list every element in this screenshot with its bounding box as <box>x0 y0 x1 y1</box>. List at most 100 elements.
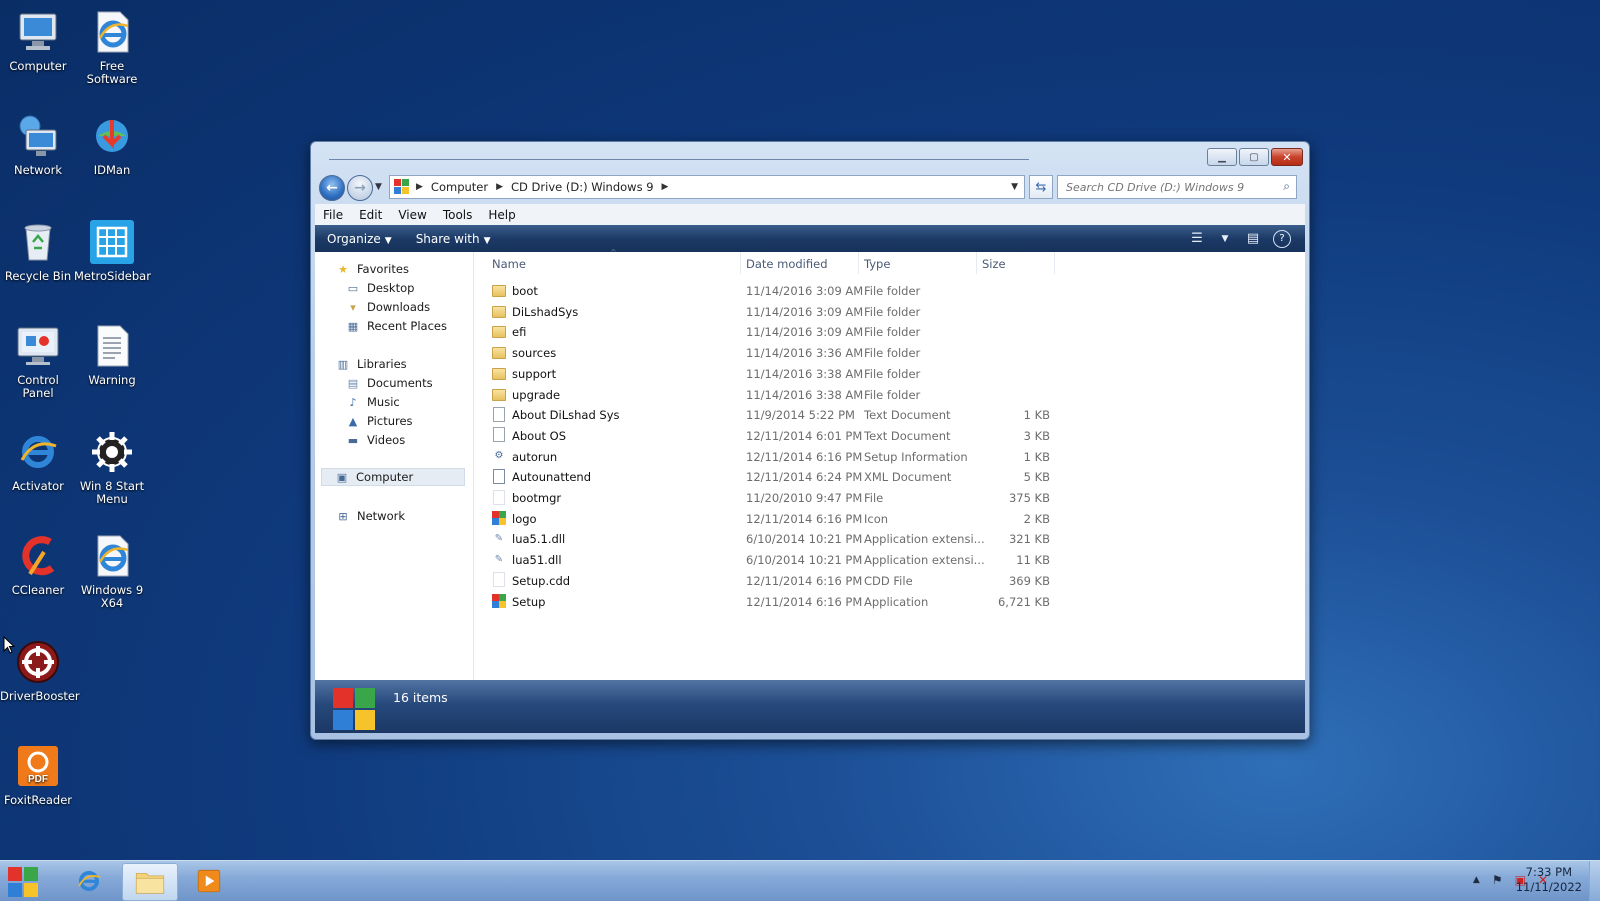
column-date-modified[interactable]: Date modified <box>746 257 828 271</box>
desktop-icon-control-panel[interactable]: Control Panel <box>0 322 76 400</box>
nav-favorites[interactable]: ★ Favorites <box>335 262 409 276</box>
menu-edit[interactable]: Edit <box>351 208 390 222</box>
menu-help[interactable]: Help <box>480 208 523 222</box>
search-input[interactable] <box>1064 176 1268 198</box>
file-row[interactable]: Setup.cdd 12/11/2014 6:16 PM CDD File 369 K… <box>474 571 1305 591</box>
menu-file[interactable]: File <box>315 208 351 222</box>
menu-view[interactable]: View <box>390 208 434 222</box>
file-date: 11/14/2016 3:38 AM <box>746 387 864 402</box>
file-date: 11/14/2016 3:09 AM <box>746 325 864 340</box>
file-row[interactable]: upgrade 11/14/2016 3:38 AM File folder <box>474 385 1305 405</box>
nav-computer[interactable]: ▣ Computer <box>321 468 465 486</box>
breadcrumb-cd-drive[interactable]: CD Drive (D:) Windows 9 <box>511 180 654 194</box>
window-controls: ▁ ▢ ✕ <box>1205 148 1303 166</box>
title-bar[interactable]: ▁ ▢ ✕ <box>311 142 1309 172</box>
desktop-icon-free-software[interactable]: Free Software <box>74 8 150 86</box>
column-size[interactable]: Size <box>982 257 1006 271</box>
nav-downloads[interactable]: ▾ Downloads <box>345 300 430 314</box>
file-row[interactable]: ✎ lua5.1.dll 6/10/2014 10:21 PM Application… <box>474 529 1305 549</box>
internet-explorer-icon <box>20 436 57 468</box>
file-row[interactable]: support 11/14/2016 3:38 AM File folder <box>474 364 1305 384</box>
organize-button[interactable]: Organize ▼ <box>315 232 404 246</box>
column-divider[interactable] <box>1054 252 1055 274</box>
desktop-icon-computer[interactable]: Computer <box>0 8 76 73</box>
blank-file-icon <box>492 572 506 588</box>
file-row[interactable]: boot 11/14/2016 3:09 AM File folder <box>474 281 1305 301</box>
file-row[interactable]: ✎ lua51.dll 6/10/2014 10:21 PM Application … <box>474 550 1305 570</box>
desktop-icon-ccleaner[interactable]: CCleaner <box>0 532 76 597</box>
action-center-flag-icon[interactable]: ⚑ <box>1492 873 1503 887</box>
taskbar-media-player[interactable] <box>182 863 236 899</box>
share-with-button[interactable]: Share with ▼ <box>404 232 503 246</box>
navigation-row: ← → ▼ ▶ Computer ▶ CD Drive (D:) Windows… <box>317 172 1303 202</box>
change-view-button[interactable]: ☰ <box>1183 231 1211 246</box>
desktop-icon-win8-start-menu[interactable]: Win 8 Start Menu <box>74 428 150 506</box>
folder-icon <box>492 304 506 318</box>
forward-arrow-icon: → <box>354 180 366 196</box>
blank-file-icon <box>492 489 506 505</box>
breadcrumb-chevron-icon[interactable]: ▶ <box>496 182 503 192</box>
desktop-icon-recycle-bin[interactable]: Recycle Bin <box>0 218 76 283</box>
nav-music[interactable]: ♪ Music <box>345 395 399 409</box>
desktop-icon-warning[interactable]: Warning <box>74 322 150 387</box>
column-name[interactable]: Name <box>492 257 526 271</box>
nav-recent-places[interactable]: ▦ Recent Places <box>345 319 447 333</box>
recent-pages-dropdown[interactable]: ▼ <box>375 182 382 192</box>
taskbar-file-explorer[interactable] <box>122 863 178 901</box>
show-hidden-icons-button[interactable]: ▲ <box>1473 875 1480 885</box>
desktop-icon-network[interactable]: Network <box>0 112 76 177</box>
show-desktop-button[interactable] <box>1589 861 1600 901</box>
file-date: 12/11/2014 6:16 PM <box>746 511 863 526</box>
column-divider[interactable] <box>976 252 977 274</box>
nav-documents[interactable]: ▤ Documents <box>345 376 433 390</box>
start-button[interactable] <box>8 867 38 897</box>
file-size: 369 KB <box>1008 573 1050 588</box>
desktop-icon-idman[interactable]: IDMan <box>74 112 150 177</box>
windows-flag-icon <box>394 179 410 195</box>
minimize-button[interactable]: ▁ <box>1207 148 1237 166</box>
nav-videos[interactable]: ▬ Videos <box>345 433 405 447</box>
file-row[interactable]: Autounattend 12/11/2014 6:24 PM XML Docume… <box>474 467 1305 487</box>
maximize-button[interactable]: ▢ <box>1239 148 1269 166</box>
nav-libraries[interactable]: ▥ Libraries <box>335 357 407 371</box>
nav-network[interactable]: ⊞ Network <box>335 509 405 523</box>
column-type[interactable]: Type <box>864 257 890 271</box>
file-row[interactable]: sources 11/14/2016 3:36 AM File folder <box>474 343 1305 363</box>
desktop-icon-activator[interactable]: Activator <box>0 428 76 493</box>
file-row[interactable]: About DiLshad Sys 11/9/2014 5:22 PM Text D… <box>474 405 1305 425</box>
desktop-icon-metrosidebar[interactable]: MetroSidebar <box>74 218 151 283</box>
file-row[interactable]: efi 11/14/2016 3:09 AM File folder <box>474 322 1305 342</box>
taskbar-clock[interactable]: 7:33 PM 11/11/2022 <box>1516 865 1582 895</box>
maximize-icon: ▢ <box>1249 151 1259 163</box>
close-button[interactable]: ✕ <box>1271 148 1303 166</box>
file-row[interactable]: DiLshadSys 11/14/2016 3:09 AM File folder <box>474 302 1305 322</box>
back-button[interactable]: ← <box>319 175 345 201</box>
address-bar[interactable]: ▶ Computer ▶ CD Drive (D:) Windows 9 ▶ ▼ <box>389 175 1025 199</box>
column-divider[interactable] <box>858 252 859 274</box>
breadcrumb-chevron-icon[interactable]: ▶ <box>416 182 423 192</box>
file-row[interactable]: bootmgr 11/20/2010 9:47 PM File 375 KB <box>474 488 1305 508</box>
file-row[interactable]: logo 12/11/2014 6:16 PM Icon 2 KB <box>474 509 1305 529</box>
breadcrumb-chevron-icon[interactable]: ▶ <box>662 182 669 192</box>
refresh-button[interactable]: ⇆ <box>1029 175 1053 199</box>
forward-button[interactable]: → <box>347 175 373 201</box>
desktop-icon-windows9[interactable]: Windows 9 X64 <box>74 532 150 610</box>
file-type: Setup Information <box>864 449 968 464</box>
taskbar-internet-explorer[interactable] <box>62 863 116 899</box>
nav-desktop[interactable]: ▭ Desktop <box>345 281 415 295</box>
view-dropdown-icon[interactable]: ▼ <box>1211 234 1239 244</box>
file-row[interactable]: About OS 12/11/2014 6:01 PM Text Document 3… <box>474 426 1305 446</box>
nav-pictures[interactable]: ▲ Pictures <box>345 414 413 428</box>
menu-tools[interactable]: Tools <box>435 208 481 222</box>
file-row[interactable]: Setup 12/11/2014 6:16 PM Application 6,721 … <box>474 592 1305 612</box>
desktop-icon-foxitreader[interactable]: PDF FoxitReader <box>0 742 76 807</box>
address-dropdown-icon[interactable]: ▼ <box>1011 182 1018 192</box>
search-box[interactable]: ⌕ <box>1057 175 1297 199</box>
preview-pane-button[interactable]: ▤ <box>1239 231 1267 246</box>
column-divider[interactable] <box>740 252 741 274</box>
file-name: Setup.cdd <box>512 573 571 588</box>
search-icon[interactable]: ⌕ <box>1283 179 1290 194</box>
file-row[interactable]: ⚙ autorun 12/11/2014 6:16 PM Setup Informat… <box>474 447 1305 467</box>
breadcrumb-computer[interactable]: Computer <box>431 180 488 194</box>
help-icon[interactable]: ? <box>1273 229 1291 248</box>
